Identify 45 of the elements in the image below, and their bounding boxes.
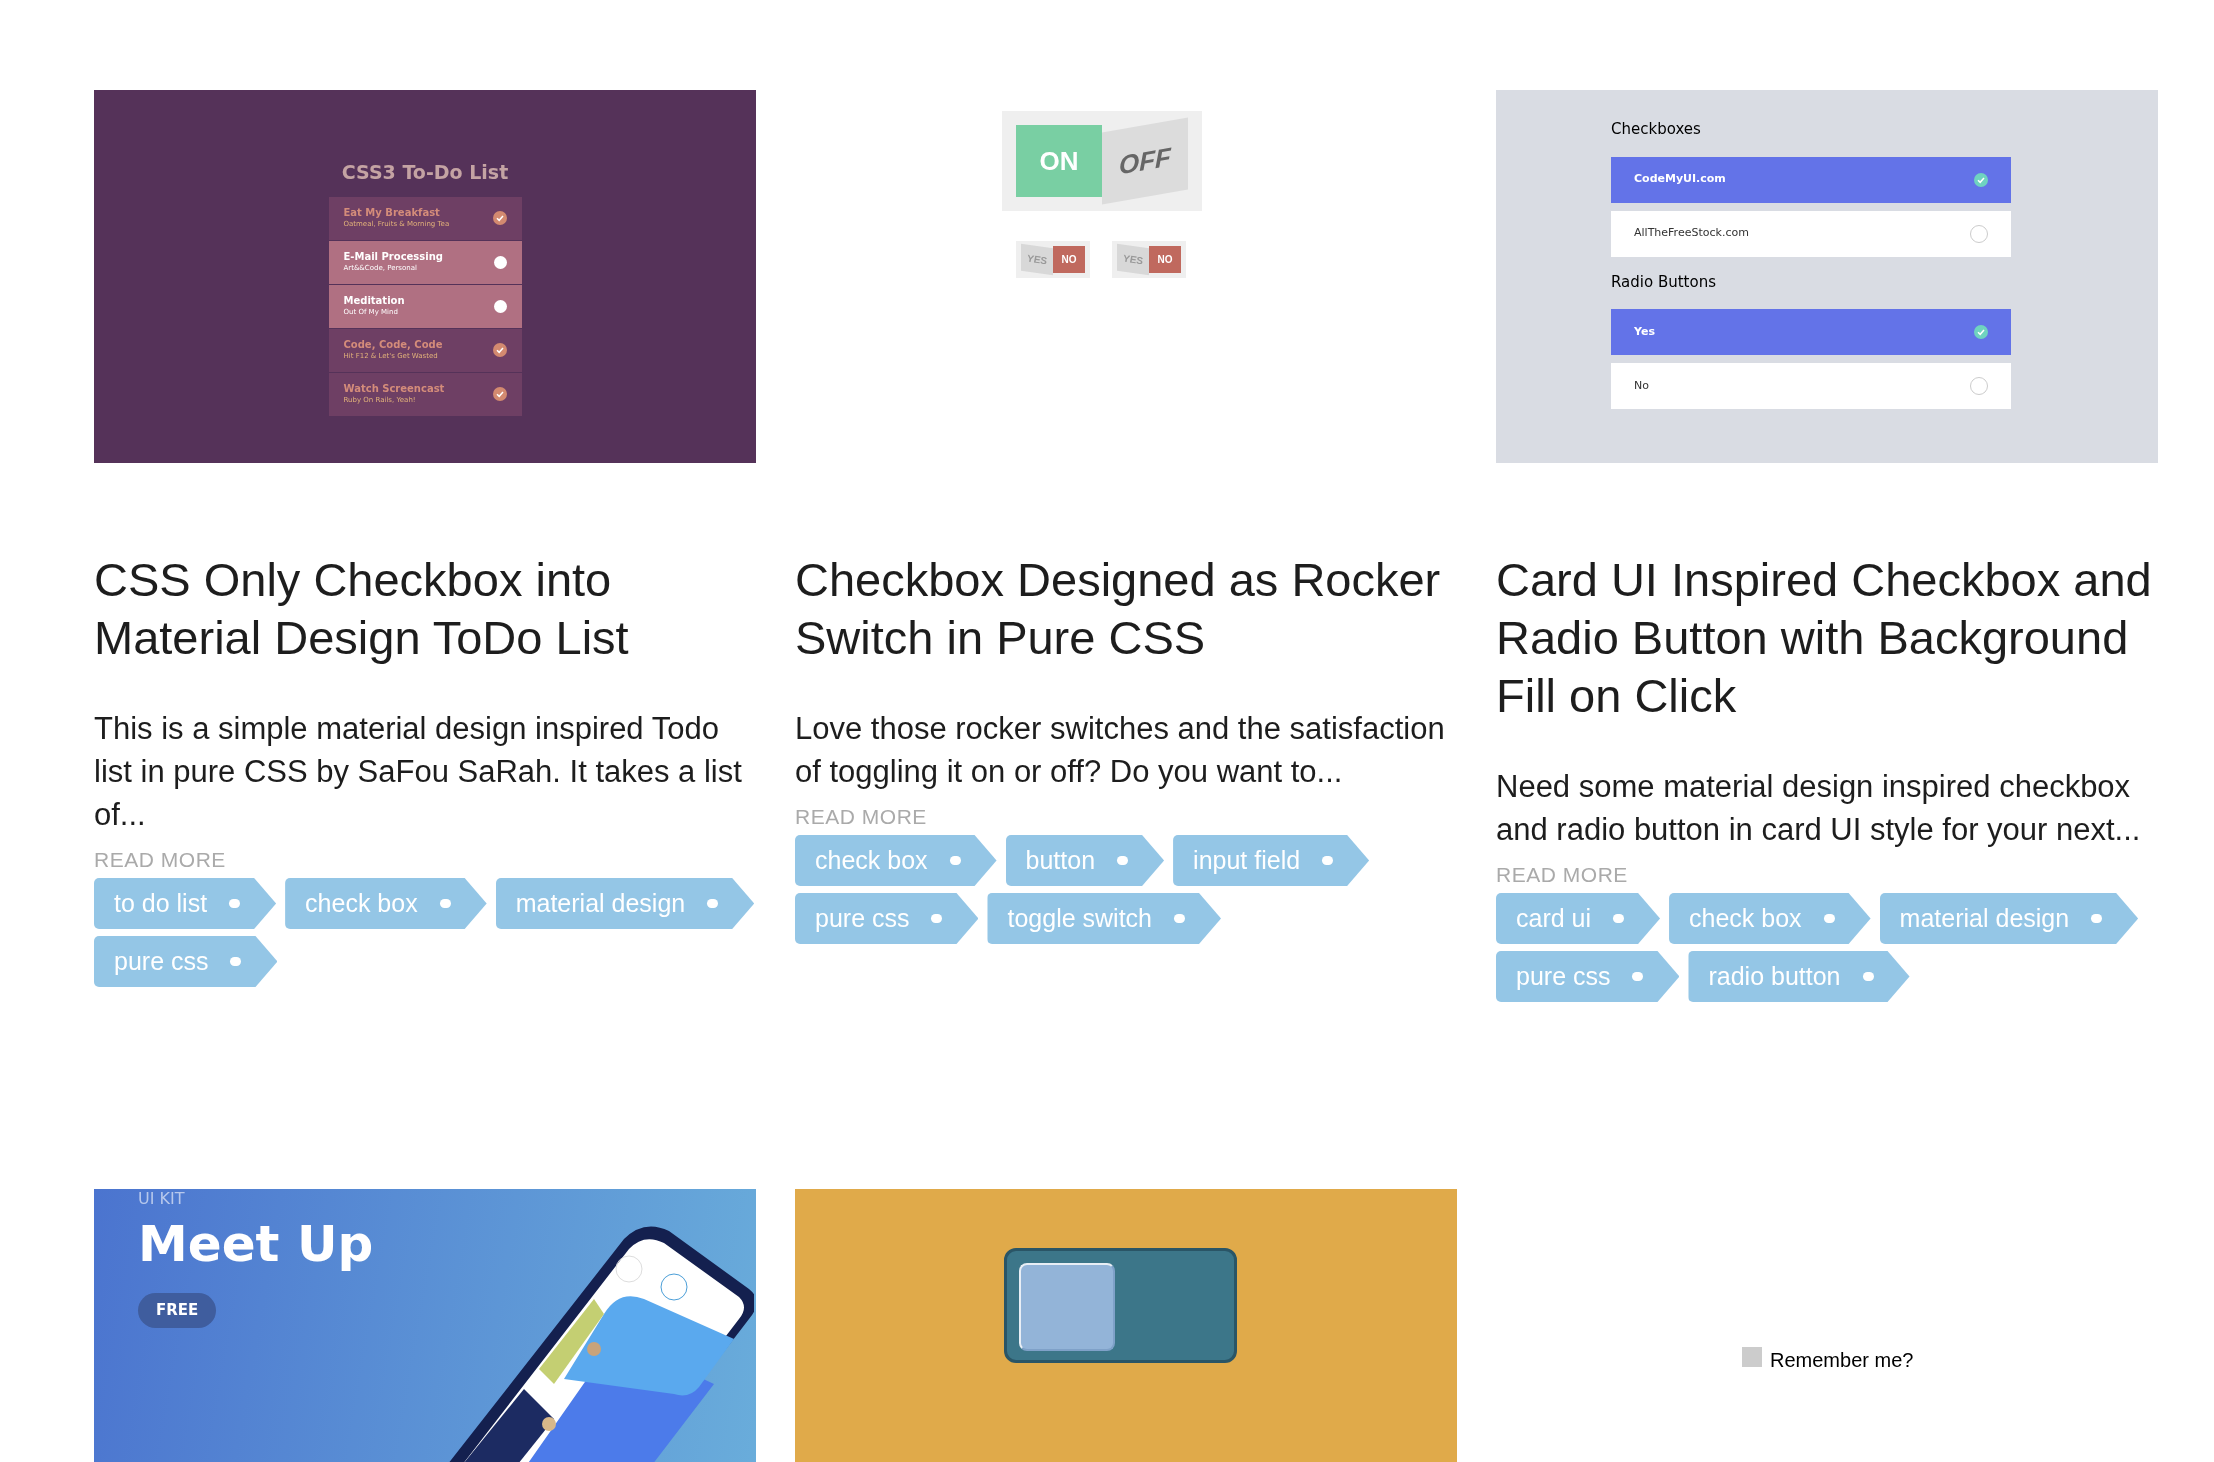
option-card[interactable]: CodeMyUI.com bbox=[1611, 156, 2011, 203]
option-card[interactable]: AllTheFreeStock.com bbox=[1611, 210, 2011, 257]
card-title[interactable]: CSS Only Checkbox into Material Design ToDo List bbox=[94, 551, 756, 667]
thumbnail[interactable]: Checkboxes CodeMyUI.com AllTheFreeStock.com Radio Buttons Yes No bbox=[1496, 90, 2158, 463]
todo-item-title: Meditation bbox=[343, 295, 405, 308]
option-card[interactable]: No bbox=[1611, 363, 2011, 409]
thumbnail[interactable]: UI KIT Meet Up FREE bbox=[94, 1189, 756, 1462]
free-badge: FREE bbox=[138, 1293, 217, 1328]
check-icon bbox=[492, 211, 507, 225]
switch-label: OFF bbox=[1102, 117, 1188, 205]
card-title[interactable]: Checkbox Designed as Rocker Switch in Pure CSS bbox=[795, 551, 1457, 667]
check-icon bbox=[492, 343, 507, 357]
todo-item-title: E-Mail Processing bbox=[343, 251, 443, 264]
check-icon bbox=[1974, 325, 1988, 339]
todo-title: CSS3 To-Do List bbox=[341, 160, 509, 185]
card-description: This is a simple material design inspired Todo list in pure CSS by SaFou SaRah. It takes a list of... bbox=[94, 710, 743, 834]
switch-label: YES bbox=[1117, 243, 1149, 276]
todo-item-title: Code, Code, Code bbox=[343, 339, 443, 352]
rocker-switch[interactable]: ON OFF bbox=[1002, 111, 1202, 211]
card-title[interactable]: Card UI Inspired Checkbox and Radio Button with Background Fill on Click bbox=[1496, 551, 2158, 725]
rocker-switch[interactable]: YES NO bbox=[1016, 241, 1090, 278]
card-description: Need some material design inspired checkbox and radio button in card UI style for your next... bbox=[1496, 768, 2142, 849]
option-card[interactable]: Yes bbox=[1611, 309, 2011, 355]
switch-label: NO bbox=[1149, 246, 1181, 273]
todo-item-title: Watch Screencast bbox=[343, 383, 445, 396]
switch-label: YES bbox=[1021, 243, 1053, 276]
todo-item-title: Eat My Breakfast bbox=[343, 207, 441, 220]
section-heading: Radio Buttons bbox=[1611, 271, 1717, 293]
section-heading: Checkboxes bbox=[1611, 119, 1702, 140]
switch-label: ON bbox=[1016, 125, 1102, 197]
thumbnail[interactable] bbox=[94, 90, 756, 463]
switch-label: NO bbox=[1053, 246, 1085, 273]
checkbox[interactable] bbox=[1742, 1347, 1762, 1367]
thumbnail[interactable] bbox=[795, 1189, 1457, 1462]
promo-title: Meet Up bbox=[138, 1219, 375, 1269]
read-more-link[interactable]: READ MORE bbox=[1496, 861, 2158, 889]
rocker-switch[interactable]: YES NO bbox=[1112, 241, 1186, 278]
card-description: Love those rocker switches and the satisfaction of toggling it on or off? Do you want to... bbox=[795, 710, 1446, 791]
read-more-link[interactable]: READ MORE bbox=[795, 803, 1457, 831]
check-icon bbox=[492, 387, 507, 401]
toggle-switch[interactable] bbox=[1004, 1248, 1237, 1363]
kicker: UI KIT bbox=[138, 1191, 186, 1207]
read-more-link[interactable]: READ MORE bbox=[94, 846, 756, 874]
checkbox-label: Remember me? bbox=[1770, 1348, 1914, 1373]
check-icon bbox=[1974, 172, 1988, 187]
